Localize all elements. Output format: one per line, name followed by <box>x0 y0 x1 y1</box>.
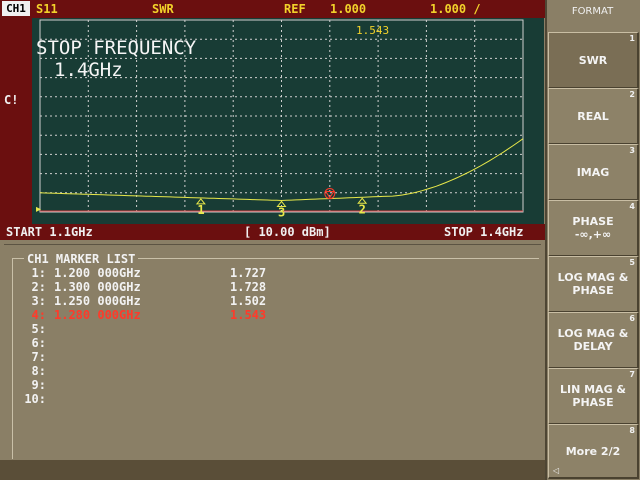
marker-number: 5: <box>31 322 46 336</box>
softkey-label: LOG MAG & PHASE <box>557 271 629 297</box>
marker-value: 1.727 <box>230 266 267 280</box>
marker-value: 1.728 <box>230 280 267 294</box>
marker-list-row: 10: <box>22 392 46 406</box>
marker-value: 1.502 <box>230 294 267 308</box>
parameter-label: S11 <box>36 2 58 16</box>
marker-list-row: 9: <box>22 378 46 392</box>
marker-number: 4: <box>31 308 46 322</box>
softkey-5[interactable]: 5 LOG MAG & PHASE <box>548 256 639 313</box>
softkey-number: 5 <box>629 258 635 267</box>
source-power: [ 10.00 dBm] <box>244 225 331 239</box>
marker-frequency: 1.300 000GHz <box>54 280 141 294</box>
correction-indicator: C! <box>4 93 19 107</box>
marker-label: 2 <box>359 202 366 216</box>
marker-list-row: 3: 1.250 000GHz 1.502 <box>22 294 267 308</box>
start-frequency: START 1.1GHz <box>6 225 93 239</box>
marker-list-row: 7: <box>22 350 46 364</box>
softkey-4[interactable]: 4 PHASE -∞,+∞ <box>548 200 639 257</box>
softkey-label: LIN MAG & PHASE <box>559 383 627 409</box>
overlay-title: STOP FREQUENCY <box>36 37 197 59</box>
marker-list-title: CH1 MARKER LIST <box>24 252 139 266</box>
softkey-menu-title: FORMAT <box>571 6 614 17</box>
ref-label: REF <box>284 2 306 16</box>
marker-number: 6: <box>31 336 46 350</box>
left-gutter <box>0 18 32 224</box>
softkey-number: 3 <box>629 146 635 155</box>
stop-frequency: STOP 1.4GHz <box>444 225 524 239</box>
softkey-label: IMAG <box>576 166 610 179</box>
softkey-label: LOG MAG & DELAY <box>557 327 629 353</box>
softkey-6[interactable]: 6 LOG MAG & DELAY <box>548 312 639 369</box>
softkey-number: 1 <box>629 34 635 43</box>
marker-number: 1: <box>31 266 46 280</box>
softkey-label: REAL <box>577 110 609 123</box>
reference-pointer-icon: ▸ <box>36 204 41 215</box>
marker-number: 9: <box>31 378 46 392</box>
softkey-label: More 2/2 <box>565 445 621 458</box>
marker-number: 10: <box>24 392 46 406</box>
softkey-label: SWR <box>578 54 608 67</box>
softkey-number: 2 <box>629 90 635 99</box>
status-strip <box>0 460 545 480</box>
channel-badge[interactable]: CH1 <box>2 1 30 16</box>
softkey-1[interactable]: 1 SWR <box>548 32 639 89</box>
softkey-number: 6 <box>629 314 635 323</box>
active-marker-icon <box>324 191 335 199</box>
softkey-label: PHASE -∞,+∞ <box>572 215 614 241</box>
marker-number: 2: <box>31 280 46 294</box>
softkey-3[interactable]: 3 IMAG <box>548 144 639 201</box>
marker-list-row: 4: 1.280 000GHz 1.543 <box>22 308 267 322</box>
marker-list-row: 1: 1.200 000GHz 1.727 <box>22 266 267 280</box>
format-label: SWR <box>152 2 174 16</box>
active-marker-readout: 1.543 <box>356 24 390 37</box>
marker-number: 8: <box>31 364 46 378</box>
marker-number: 3: <box>31 294 46 308</box>
marker-list-row: 5: <box>22 322 46 336</box>
softkey-8[interactable]: 8 More 2/2 ◁ <box>548 424 639 479</box>
overlay-value: 1.4GHz <box>54 59 123 81</box>
marker-value: 1.543 <box>230 308 267 322</box>
marker-frequency: 1.250 000GHz <box>54 294 141 308</box>
softkey-number: 8 <box>629 426 635 435</box>
marker-list-row: 2: 1.300 000GHz 1.728 <box>22 280 267 294</box>
marker-label: 3 <box>278 205 285 219</box>
softkey-7[interactable]: 7 LIN MAG & PHASE <box>548 368 639 425</box>
more-arrow-icon: ◁ <box>553 466 560 475</box>
marker-list-row: 8: <box>22 364 46 378</box>
marker-label: 1 <box>197 203 204 217</box>
marker-frequency: 1.280 000GHz <box>54 308 141 322</box>
softkey-number: 4 <box>629 202 635 211</box>
ref-value: 1.000 <box>330 2 367 16</box>
softkey-2[interactable]: 2 REAL <box>548 88 639 145</box>
marker-frequency: 1.200 000GHz <box>54 266 141 280</box>
softkey-number: 7 <box>629 370 635 379</box>
scale-per-div: 1.000 / <box>430 2 481 16</box>
marker-list-row: 6: <box>22 336 46 350</box>
marker-number: 7: <box>31 350 46 364</box>
